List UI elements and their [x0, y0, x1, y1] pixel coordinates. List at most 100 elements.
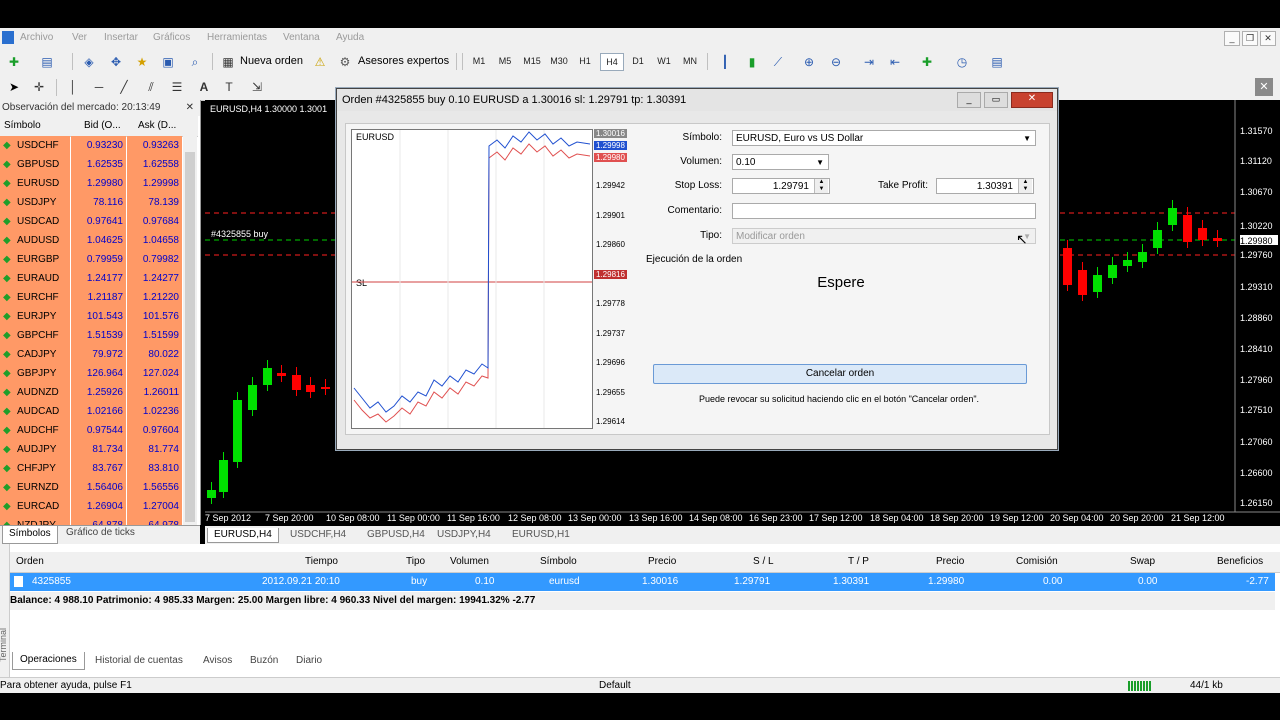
stoploss-input[interactable]: 1.29791 ▲ ▼ — [732, 178, 830, 194]
zoom-in-icon[interactable]: ⊕ — [800, 53, 818, 71]
candles-icon[interactable]: ▮ — [743, 53, 761, 71]
trendline-icon[interactable]: ╱ — [115, 78, 133, 96]
vertical-line-icon[interactable]: │ — [64, 78, 82, 96]
list-item[interactable]: ◆ AUDCAD 1.02166 1.02236 — [0, 402, 182, 421]
type-select[interactable]: Modificar orden ▼ — [732, 228, 1036, 244]
cancel-order-button[interactable]: Cancelar orden — [653, 364, 1027, 384]
market-watch-icon[interactable]: ◈ — [80, 53, 98, 71]
horizontal-line-icon[interactable]: ─ — [90, 78, 108, 96]
tf-m5[interactable]: M5 — [494, 53, 516, 69]
close-chart-icon[interactable]: ✕ — [1255, 78, 1273, 96]
terminal-icon[interactable]: ▣ — [159, 53, 177, 71]
close-icon[interactable]: ✕ — [186, 100, 194, 116]
col-bid[interactable]: Bid (O... — [84, 116, 121, 136]
templates-icon[interactable]: ▤ — [988, 53, 1006, 71]
col-sl[interactable]: S / L — [753, 552, 774, 572]
list-item[interactable]: ◆ EURUSD 1.29980 1.29998 — [0, 174, 182, 193]
list-item[interactable]: ◆ USDJPY 78.116 78.139 — [0, 193, 182, 212]
col-comision[interactable]: Comisión — [1016, 552, 1058, 572]
list-item[interactable]: ◆ USDCHF 0.93230 0.93263 — [0, 136, 182, 155]
channel-icon[interactable]: ⫽ — [142, 78, 160, 96]
tf-h1[interactable]: H1 — [574, 53, 596, 69]
volume-select[interactable]: 0.10 ▼ — [732, 154, 829, 170]
list-item[interactable]: ◆ GBPUSD 1.62535 1.62558 — [0, 155, 182, 174]
experts-button[interactable]: Asesores expertos — [358, 52, 449, 70]
chart-tab-2[interactable]: USDCHF,H4 — [290, 528, 346, 542]
col-volumen[interactable]: Volumen — [450, 552, 489, 572]
menu-ver[interactable]: Ver — [72, 32, 87, 43]
tf-h4[interactable]: H4 — [600, 53, 624, 71]
spinner-icon[interactable]: ▲ ▼ — [1018, 179, 1032, 193]
menu-herramientas[interactable]: Herramientas — [207, 32, 267, 43]
tab-buzon[interactable]: Buzón — [250, 652, 278, 670]
chart-tab-5[interactable]: EURUSD,H1 — [512, 528, 570, 542]
list-item[interactable]: ◆ EURNZD 1.56406 1.56556 — [0, 478, 182, 497]
minimize-icon[interactable]: _ — [957, 92, 981, 108]
list-item[interactable]: ◆ GBPCHF 1.51539 1.51599 — [0, 326, 182, 345]
cursor-icon[interactable]: ➤ — [5, 78, 23, 96]
restore-icon[interactable]: ❐ — [1242, 31, 1258, 46]
col-tipo[interactable]: Tipo — [406, 552, 425, 572]
navigator-icon[interactable]: ✥ — [107, 53, 125, 71]
list-item[interactable]: ◆ EURJPY 101.543 101.576 — [0, 307, 182, 326]
list-item[interactable]: ◆ USDCAD 0.97641 0.97684 — [0, 212, 182, 231]
minimize-icon[interactable]: _ — [1224, 31, 1240, 46]
tester-icon[interactable]: ⌕ — [186, 53, 204, 71]
col-swap[interactable]: Swap — [1130, 552, 1155, 572]
tab-grafico-ticks[interactable]: Gráfico de ticks — [66, 527, 135, 538]
chart-shift-icon[interactable]: ⇤ — [886, 53, 904, 71]
col-precio[interactable]: Precio — [648, 552, 676, 572]
menu-graficos[interactable]: Gráficos — [153, 32, 190, 43]
crosshair-icon[interactable]: ✛ — [30, 78, 48, 96]
list-item[interactable]: ◆ EURCHF 1.21187 1.21220 — [0, 288, 182, 307]
tab-historial[interactable]: Historial de cuentas — [95, 652, 183, 670]
line-chart-icon[interactable]: ⟋ — [769, 53, 787, 71]
col-tiempo[interactable]: Tiempo — [305, 552, 338, 572]
new-chart-icon[interactable]: ✚ — [5, 53, 23, 71]
autotrading-icon[interactable]: ⚠ — [311, 53, 329, 71]
indicators-icon[interactable]: ✚ — [918, 53, 936, 71]
tab-simbolos[interactable]: Símbolos — [2, 526, 58, 544]
list-item[interactable]: ◆ AUDCHF 0.97544 0.97604 — [0, 421, 182, 440]
chart-tab-1[interactable]: EURUSD,H4 — [207, 528, 279, 543]
tf-w1[interactable]: W1 — [653, 53, 675, 69]
favorites-icon[interactable]: ★ — [133, 53, 151, 71]
col-ask[interactable]: Ask (D... — [138, 116, 176, 136]
col-orden[interactable]: Orden — [16, 552, 44, 572]
list-item[interactable]: ◆ AUDUSD 1.04625 1.04658 — [0, 231, 182, 250]
tf-m1[interactable]: M1 — [468, 53, 490, 69]
menu-insertar[interactable]: Insertar — [104, 32, 138, 43]
chart-tab-3[interactable]: GBPUSD,H4 — [367, 528, 425, 542]
list-item[interactable]: ◆ CHFJPY 83.767 83.810 — [0, 459, 182, 478]
list-item[interactable]: ◆ AUDNZD 1.25926 1.26011 — [0, 383, 182, 402]
col-tp[interactable]: T / P — [848, 552, 869, 572]
new-order-button[interactable]: Nueva orden — [240, 52, 303, 70]
tf-d1[interactable]: D1 — [627, 53, 649, 69]
close-icon[interactable]: ✕ — [1011, 92, 1053, 108]
comment-input[interactable] — [732, 203, 1036, 219]
market-watch-scrollbar[interactable] — [183, 136, 197, 525]
experts-icon[interactable]: ⚙ — [336, 53, 354, 71]
menu-ayuda[interactable]: Ayuda — [336, 32, 364, 43]
tab-diario[interactable]: Diario — [296, 652, 322, 670]
chart-tab-4[interactable]: USDJPY,H4 — [437, 528, 491, 542]
list-item[interactable]: ◆ CADJPY 79.972 80.022 — [0, 345, 182, 364]
list-item[interactable]: ◆ AUDJPY 81.734 81.774 — [0, 440, 182, 459]
list-item[interactable]: ◆ GBPJPY 126.964 127.024 — [0, 364, 182, 383]
col-simbolo[interactable]: Símbolo — [540, 552, 577, 572]
tf-m30[interactable]: M30 — [547, 53, 571, 69]
periods-icon[interactable]: ◷ — [953, 53, 971, 71]
fibo-icon[interactable]: ☰ — [168, 78, 186, 96]
menu-archivo[interactable]: Archivo — [20, 32, 53, 43]
zoom-out-icon[interactable]: ⊖ — [827, 53, 845, 71]
maximize-icon[interactable]: ▭ — [984, 92, 1008, 108]
col-precio-actual[interactable]: Precio — [936, 552, 964, 572]
menu-ventana[interactable]: Ventana — [283, 32, 320, 43]
close-icon[interactable]: ✕ — [1260, 31, 1276, 46]
profiles-icon[interactable]: ▤ — [38, 53, 56, 71]
spinner-icon[interactable]: ▲ ▼ — [814, 179, 828, 193]
list-item[interactable]: ◆ EURGBP 0.79959 0.79982 — [0, 250, 182, 269]
tf-m15[interactable]: M15 — [520, 53, 544, 69]
autoscroll-icon[interactable]: ⇥ — [860, 53, 878, 71]
tf-mn[interactable]: MN — [679, 53, 701, 69]
